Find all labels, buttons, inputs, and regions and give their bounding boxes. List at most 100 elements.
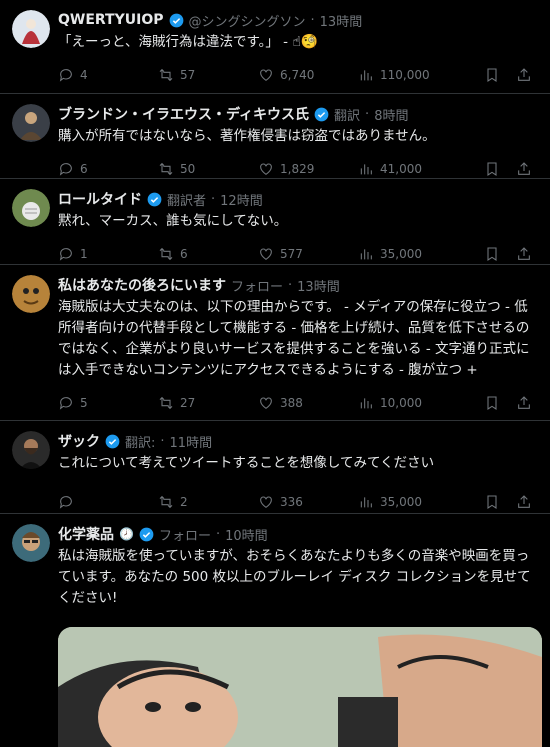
tweet-text: 海賊版は大丈夫なのは、以下の理由からです。 - メディアの保存に役立つ - 低所… xyxy=(58,299,530,378)
views-button[interactable]: 41,000 xyxy=(358,161,468,177)
separator: · xyxy=(211,191,216,207)
reply-button[interactable]: 4 xyxy=(58,67,158,83)
tweet[interactable]: 化学薬品 🕗 フォロー · 10時間 私は海賊版を使っていますが、おそらくあなた… xyxy=(0,514,550,747)
tweet-text: 「えーっと、海賊行為は違法です。」 - ☝🧐 xyxy=(58,32,538,53)
views-button[interactable]: 35,000 xyxy=(358,494,468,510)
author-name[interactable]: 私はあなたの後ろにいます xyxy=(58,275,226,295)
author-name[interactable]: 化学薬品 xyxy=(58,524,114,544)
retweet-button[interactable]: 2 xyxy=(158,494,258,510)
avatar[interactable] xyxy=(12,524,50,562)
avatar[interactable] xyxy=(12,104,50,142)
views-button[interactable]: 10,000 xyxy=(358,395,468,411)
view-count: 110,000 xyxy=(380,68,430,82)
reply-button[interactable]: 6 xyxy=(58,161,158,177)
tweet[interactable]: ロールタイド 翻訳者 · 12時間 黙れ、マーカス、誰も気にしてない。 1 6 … xyxy=(0,179,550,265)
like-icon xyxy=(260,496,272,508)
tweet[interactable]: 私はあなたの後ろにいます フォロー · 13時間 海賊版は大丈夫なのは、以下の理… xyxy=(0,265,550,421)
retweet-count: 6 xyxy=(180,247,188,261)
bookmark-icon[interactable] xyxy=(484,246,500,262)
verified-icon xyxy=(147,192,162,206)
avatar[interactable] xyxy=(12,275,50,313)
author-name[interactable]: ロールタイド xyxy=(58,189,142,209)
retweet-icon xyxy=(159,396,173,410)
like-icon xyxy=(260,397,272,409)
avatar[interactable] xyxy=(12,10,50,48)
reply-count: 6 xyxy=(80,162,88,176)
verified-icon xyxy=(169,13,183,27)
tweet[interactable]: ブランドン・イラエウス・ディキウス氏 翻訳 · 8時間 購入が所有ではないなら、… xyxy=(0,94,550,179)
like-count: 388 xyxy=(280,396,303,410)
bookmark-icon[interactable] xyxy=(484,395,500,411)
share-icon[interactable] xyxy=(516,395,532,411)
tweet[interactable]: QWERTYUIOP @シングシングソン · 13時間 「えーっと、海賊行為は違… xyxy=(0,0,550,94)
like-count: 1,829 xyxy=(280,162,315,176)
author-name[interactable]: ザック xyxy=(58,431,100,451)
reply-icon xyxy=(59,163,72,176)
clock-icon: 🕗 xyxy=(119,527,134,541)
separator: · xyxy=(288,277,293,293)
retweet-button[interactable]: 27 xyxy=(158,395,258,411)
reply-icon xyxy=(59,248,72,261)
bookmark-icon[interactable] xyxy=(484,67,500,83)
views-button[interactable]: 35,000 xyxy=(358,246,468,262)
view-count: 35,000 xyxy=(380,247,422,261)
like-button[interactable]: 6,740 xyxy=(258,67,358,83)
reply-button[interactable] xyxy=(58,494,158,510)
retweet-button[interactable]: 57 xyxy=(158,67,258,83)
separator: · xyxy=(160,433,165,449)
share-icon[interactable] xyxy=(516,67,532,83)
tweet-text: 購入が所有ではないなら、著作権侵害は窃盗ではありません。 xyxy=(58,128,436,144)
bookmark-icon[interactable] xyxy=(484,161,500,177)
share-icon[interactable] xyxy=(516,494,532,510)
reply-count: 5 xyxy=(80,396,88,410)
timestamp[interactable]: 13時間 xyxy=(320,11,363,30)
timestamp[interactable]: 11時間 xyxy=(170,432,213,451)
translation-label[interactable]: 翻訳者 xyxy=(167,190,206,209)
views-button[interactable]: 110,000 xyxy=(358,67,468,83)
reply-count: 1 xyxy=(80,247,88,261)
follow-label[interactable]: フォロー xyxy=(159,525,211,544)
reply-button[interactable]: 5 xyxy=(58,395,158,411)
views-icon xyxy=(360,70,372,81)
author-name[interactable]: QWERTYUIOP xyxy=(58,12,164,28)
like-button[interactable]: 336 xyxy=(258,494,358,510)
verified-icon xyxy=(105,434,120,448)
tweet-text: 私は海賊版を使っていますが、おそらくあなたよりも多くの音楽や映画を買っています。… xyxy=(58,548,531,606)
timestamp[interactable]: 13時間 xyxy=(297,276,340,295)
timestamp[interactable]: 12時間 xyxy=(220,190,263,209)
action-bar: 4 57 6,740 110,000 xyxy=(58,57,538,93)
views-icon xyxy=(360,249,372,260)
share-icon[interactable] xyxy=(516,161,532,177)
reply-button[interactable]: 1 xyxy=(58,246,158,262)
share-icon[interactable] xyxy=(516,246,532,262)
views-icon xyxy=(360,164,372,175)
separator: · xyxy=(215,526,221,542)
timestamp[interactable]: 8時間 xyxy=(374,105,408,124)
retweet-button[interactable]: 50 xyxy=(158,161,258,177)
view-count: 41,000 xyxy=(380,162,422,176)
cartoon-image xyxy=(58,627,542,747)
avatar[interactable] xyxy=(12,431,50,469)
retweet-icon xyxy=(159,68,173,82)
like-icon xyxy=(260,69,272,81)
avatar[interactable] xyxy=(12,189,50,227)
retweet-count: 50 xyxy=(180,162,196,176)
author-handle[interactable]: @シングシングソン xyxy=(189,11,306,30)
reply-icon xyxy=(59,69,72,82)
retweet-icon xyxy=(159,495,173,509)
author-name[interactable]: ブランドン・イラエウス・ディキウス氏 xyxy=(58,104,309,124)
bookmark-icon[interactable] xyxy=(484,494,500,510)
retweet-button[interactable]: 6 xyxy=(158,246,258,262)
like-count: 577 xyxy=(280,247,303,261)
tweet[interactable]: ザック 翻訳: · 11時間 これについて考えてツイートすることを想像してみてく… xyxy=(0,421,550,514)
timestamp[interactable]: 10時間 xyxy=(225,525,268,544)
like-button[interactable]: 388 xyxy=(258,395,358,411)
like-button[interactable]: 577 xyxy=(258,246,358,262)
translation-label[interactable]: 翻訳: xyxy=(125,432,155,451)
translation-label[interactable]: 翻訳 xyxy=(334,105,360,124)
tweet-media-image[interactable] xyxy=(58,627,542,747)
like-button[interactable]: 1,829 xyxy=(258,161,358,177)
verified-icon xyxy=(314,107,329,121)
reply-icon xyxy=(59,496,72,509)
follow-label[interactable]: フォロー xyxy=(231,276,283,295)
